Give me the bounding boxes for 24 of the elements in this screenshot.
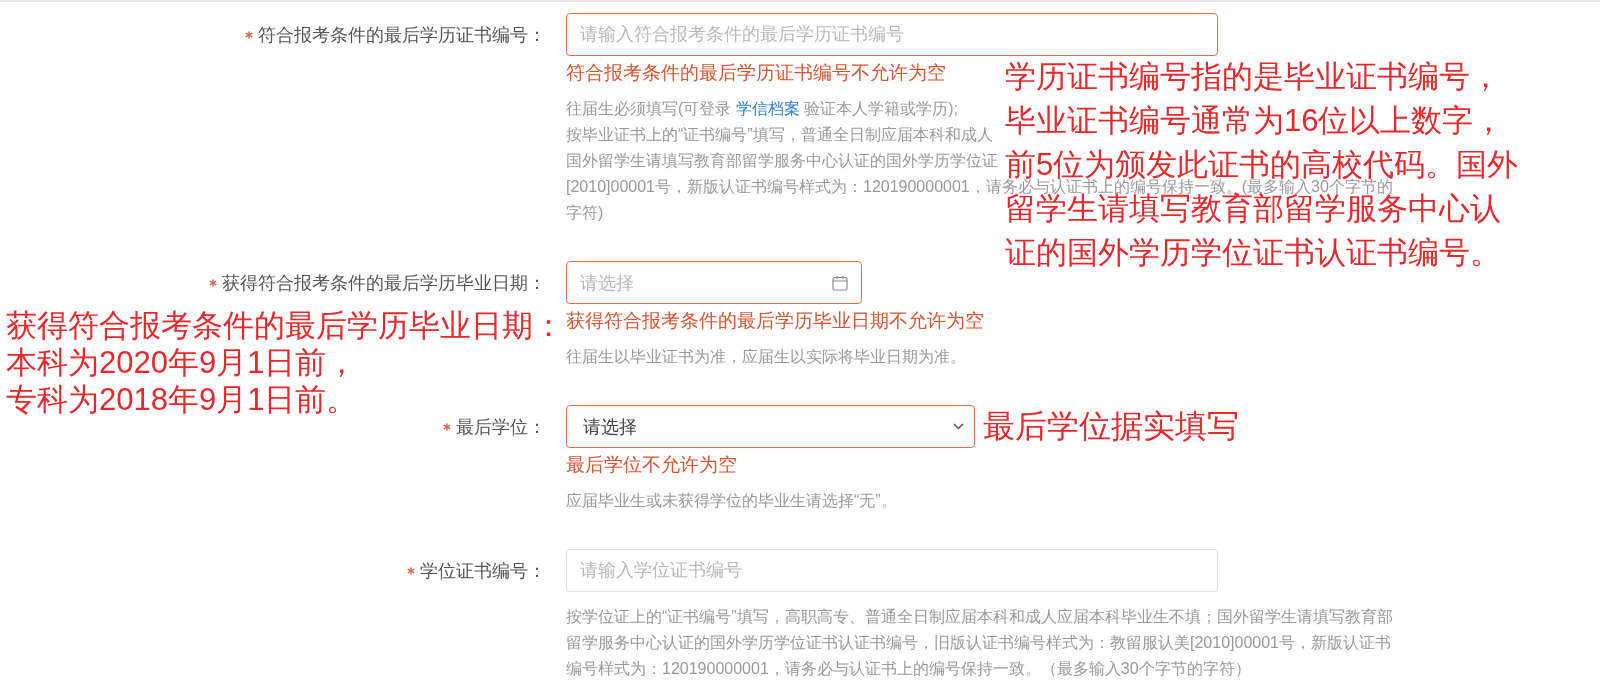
field-label: 最后学位：: [456, 415, 546, 439]
chevron-down-icon: [953, 423, 964, 430]
help-text: 国外留学生请填写教育部留学服务中心认证的国外学历学位证: [566, 151, 998, 171]
error-message: 符合报考条件的最后学历证书编号不允许为空: [566, 62, 946, 84]
help-text: 字符): [566, 203, 604, 223]
annotation-text: 最后学位据实填写: [983, 407, 1239, 446]
annotation-line: 证的国外学历学位证书认证书编号。: [1005, 239, 1501, 267]
select-field[interactable]: 请选择: [566, 405, 975, 448]
calendar-icon: [832, 274, 848, 291]
link[interactable]: 学信档案: [735, 100, 800, 117]
help-text: 按毕业证书上的“证书编号”填写，普通全日制应届本科和成人: [566, 125, 993, 145]
annotation-text: 获得符合报考条件的最后学历毕业日期： 本科为2020年9月1日前， 专科为2018年9月1日前。: [6, 306, 564, 418]
error-message: 最后学位不允许为空: [566, 454, 737, 476]
field-label: 符合报考条件的最后学历证书编号：: [258, 23, 546, 47]
annotation-line: 学历证书编号指的是毕业证书编号，: [1005, 63, 1501, 91]
error-message: 获得符合报考条件的最后学历毕业日期不允许为空: [566, 310, 984, 332]
help-text: 按学位证上的“证书编号”填写，高职高专、普通全日制应届本科和成人应届本科毕业生不填；国外留学生请填写教育部留学服务中心认证的国外学历学位证书认证书编号，旧版认证书编号样式为：教留服认美[2010]00001号，新版认证书编号样式为：120190000001，请务必与认证书上的编号保持一致。（最多输入30个字节的字符）: [566, 607, 1394, 679]
field-label: 学位证书编号：: [420, 559, 546, 583]
help-text: 往届生必须填写(可登录 学信档案 验证本人学籍或学历);: [566, 99, 958, 119]
help-text: 往届生以毕业证书为准，应届生以实际将毕业日期为准。: [566, 347, 966, 367]
field-label: 获得符合报考条件的最后学历毕业日期：: [222, 271, 546, 295]
help-text: 应届毕业生或未获得学位的毕业生请选择“无”。: [566, 491, 897, 511]
annotation-line: 前5位为颁发此证书的高校代码。国外: [1005, 151, 1519, 179]
text-input[interactable]: 请输入符合报考条件的最后学历证书编号: [566, 13, 1218, 56]
